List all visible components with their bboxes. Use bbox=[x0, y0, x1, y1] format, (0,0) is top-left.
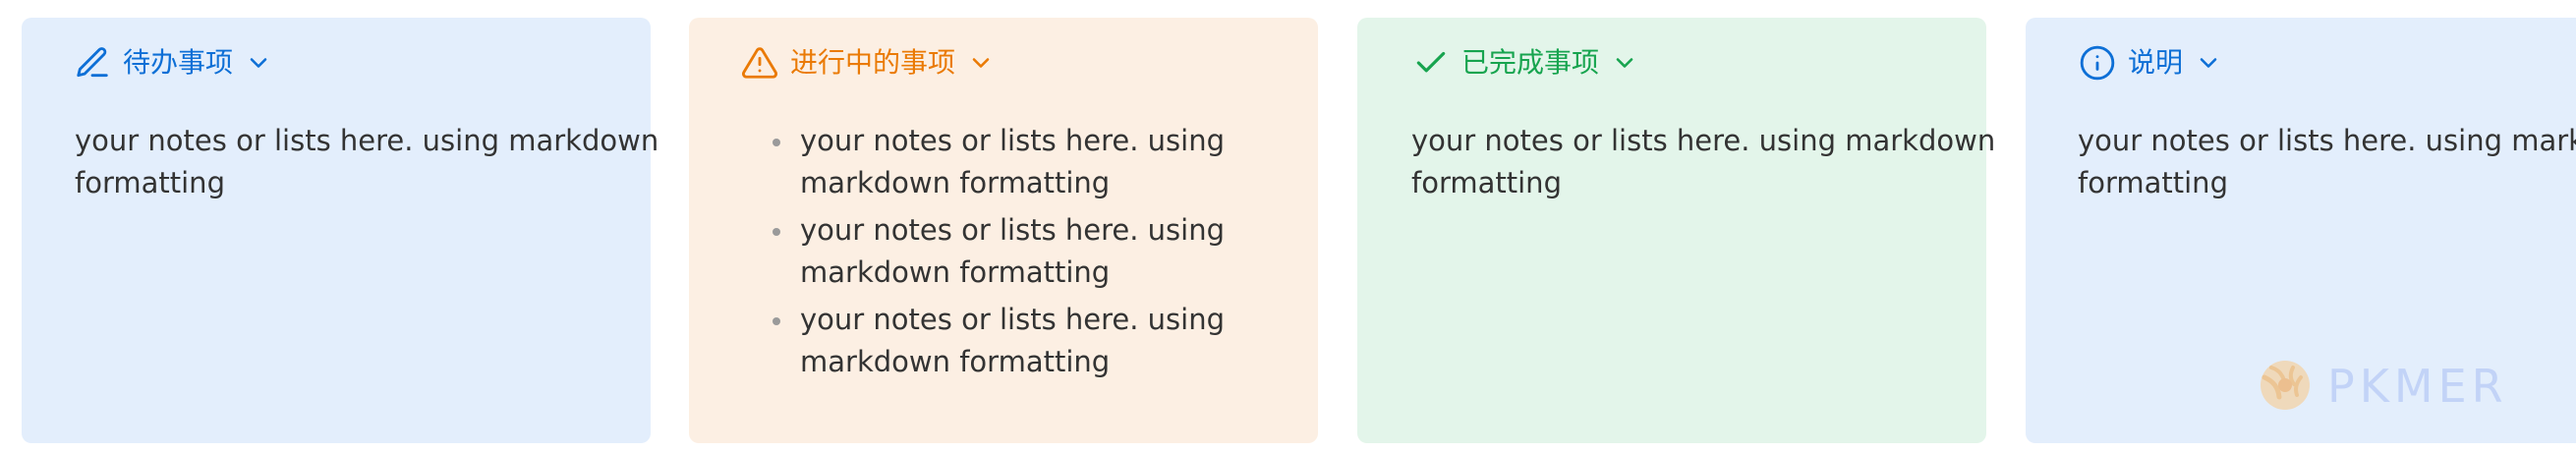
checkmark-icon bbox=[1412, 44, 1450, 82]
list-item-line: your notes or lists here. using bbox=[800, 303, 1226, 336]
chevron-down-icon[interactable] bbox=[245, 49, 272, 77]
callout-done-body: your notes or lists here. using markdown… bbox=[1411, 120, 1995, 204]
callout-todo: 待办事项 your notes or lists here. using mar… bbox=[22, 18, 658, 443]
callout-done-header[interactable]: 已完成事项 bbox=[1412, 43, 1638, 83]
list-item-line: your notes or lists here. using bbox=[800, 124, 1226, 157]
callout-done: 已完成事项 your notes or lists here. using ma… bbox=[1357, 18, 1995, 443]
callout-done-body-line: your notes or lists here. using markdown bbox=[1411, 124, 1996, 157]
warning-triangle-icon bbox=[741, 44, 778, 82]
callout-info-title: 说明 bbox=[2128, 46, 2184, 79]
list-item: your notes or lists here. using markdown… bbox=[773, 209, 1226, 294]
bullet-icon bbox=[773, 139, 780, 146]
callout-done-title: 已完成事项 bbox=[1461, 46, 1600, 79]
list-item-line: markdown formatting bbox=[800, 166, 1111, 199]
callout-info-header[interactable]: 说明 bbox=[2079, 43, 2222, 83]
list-item: your notes or lists here. using markdown… bbox=[773, 120, 1226, 204]
list-item: your notes or lists here. using markdown… bbox=[773, 299, 1226, 383]
bullet-icon bbox=[773, 228, 780, 236]
callout-info-body-line: formatting bbox=[2078, 166, 2228, 199]
callout-todo-title: 待办事项 bbox=[123, 46, 234, 79]
callout-todo-body: your notes or lists here. using markdown… bbox=[75, 120, 658, 204]
callout-todo-body-line: your notes or lists here. using markdown bbox=[75, 124, 659, 157]
callout-todo-body-line: formatting bbox=[75, 166, 225, 199]
callout-info-body-line: your notes or lists here. using markdov bbox=[2078, 124, 2576, 157]
callout-board: 待办事项 your notes or lists here. using mar… bbox=[0, 0, 2576, 453]
callout-in-progress-body: your notes or lists here. using markdown… bbox=[773, 120, 1226, 383]
list-item-line: your notes or lists here. using bbox=[800, 213, 1226, 247]
callout-done-body-line: formatting bbox=[1411, 166, 1562, 199]
callout-info-body: your notes or lists here. using markdov … bbox=[2078, 120, 2576, 204]
list-item-line: markdown formatting bbox=[800, 345, 1111, 378]
pencil-icon bbox=[74, 44, 111, 82]
chevron-down-icon[interactable] bbox=[967, 49, 995, 77]
chevron-down-icon[interactable] bbox=[2195, 49, 2222, 77]
callout-in-progress: 进行中的事项 your notes or lists here. using m… bbox=[689, 18, 1318, 443]
callout-in-progress-header[interactable]: 进行中的事项 bbox=[741, 43, 995, 83]
chevron-down-icon[interactable] bbox=[1611, 49, 1638, 77]
callout-todo-header[interactable]: 待办事项 bbox=[74, 43, 272, 83]
callout-in-progress-title: 进行中的事项 bbox=[790, 46, 956, 79]
list-item-line: markdown formatting bbox=[800, 255, 1111, 289]
bullet-icon bbox=[773, 317, 780, 325]
callout-info: 说明 your notes or lists here. using markd… bbox=[2026, 18, 2576, 443]
info-circle-icon bbox=[2079, 44, 2116, 82]
